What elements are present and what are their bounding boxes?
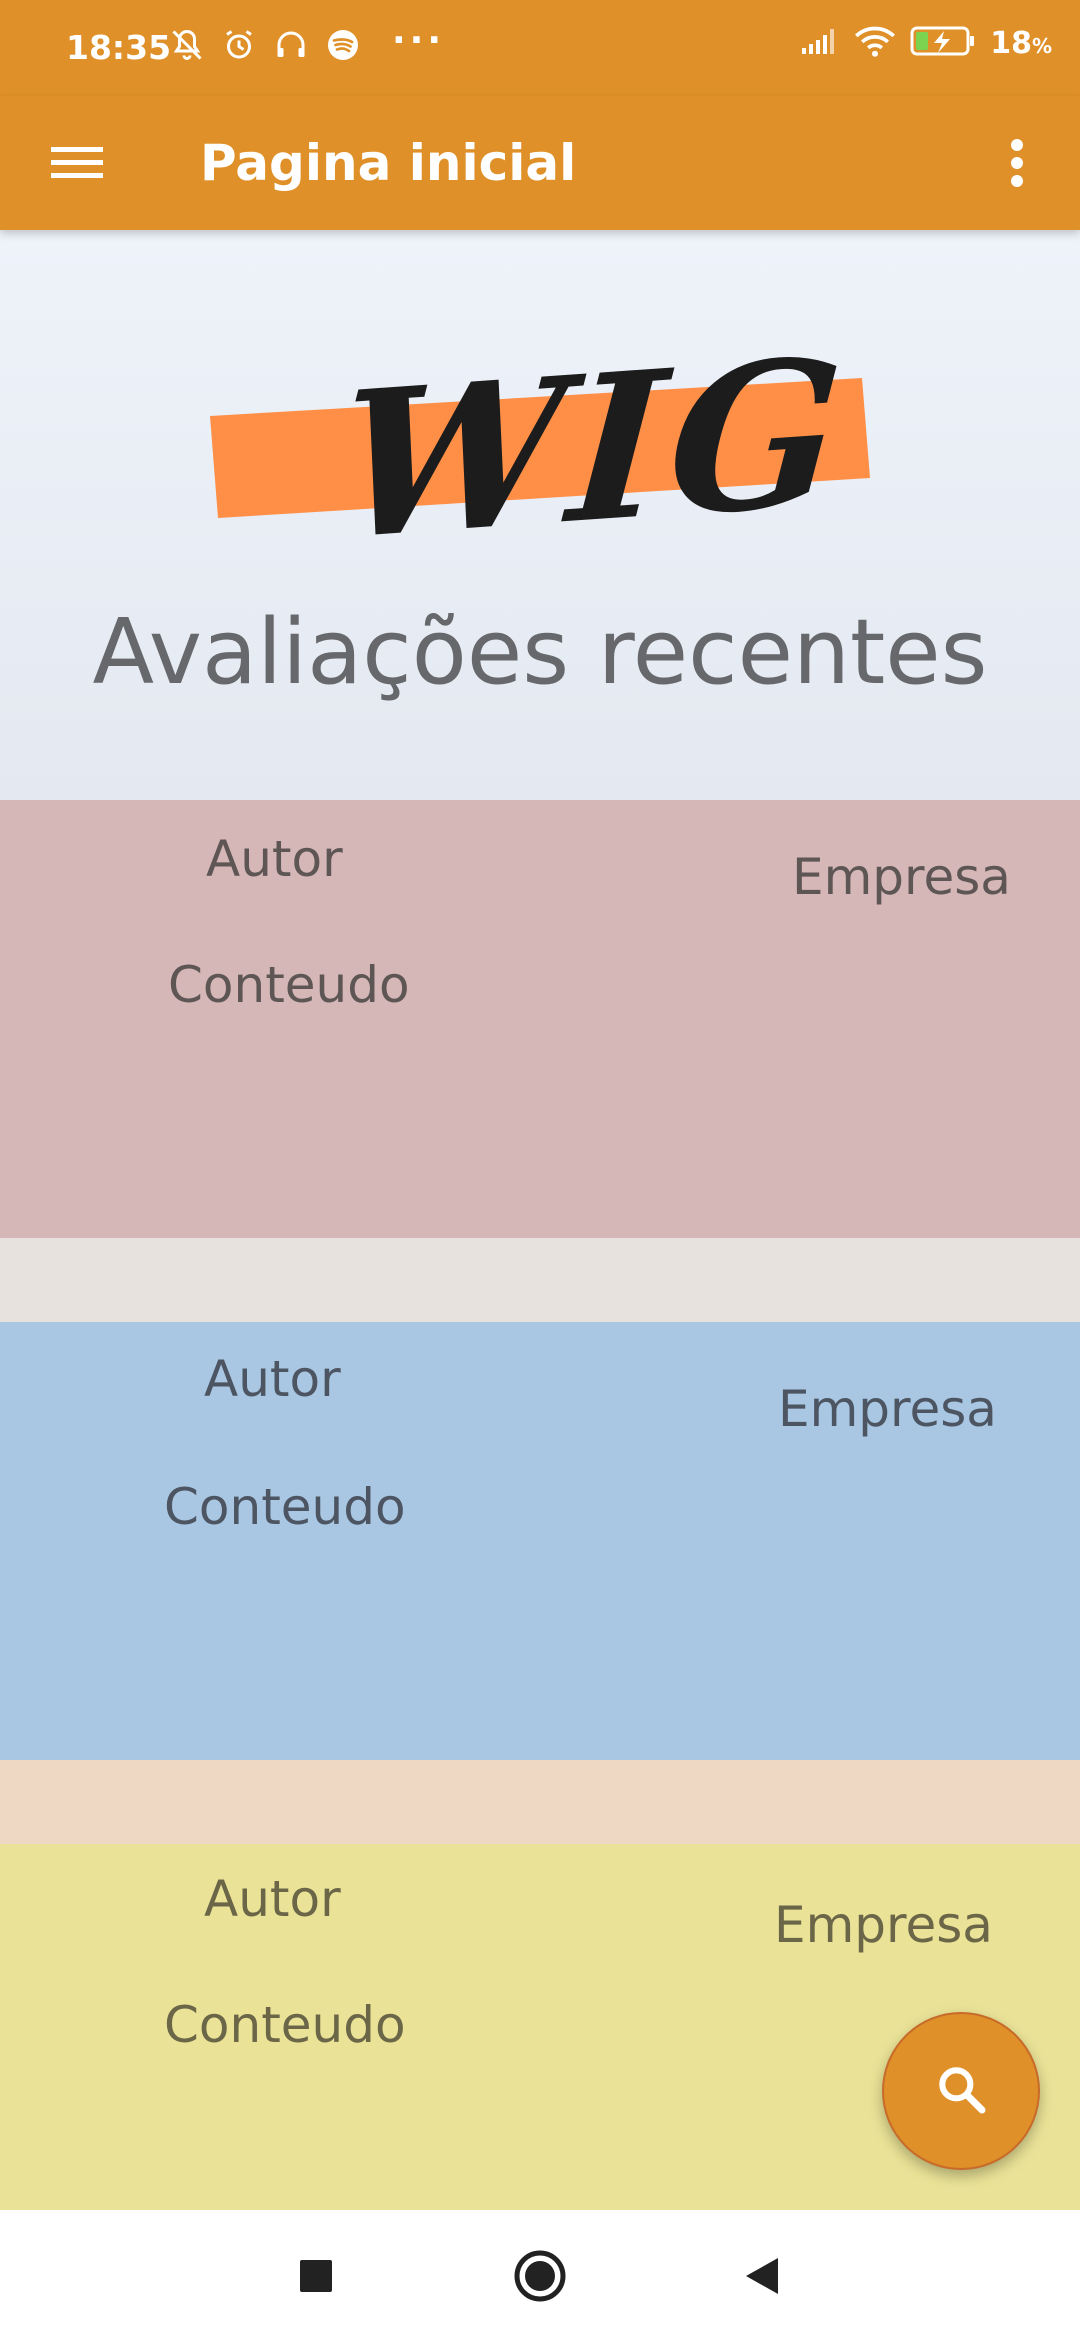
wifi-icon — [854, 24, 896, 62]
mute-icon — [168, 26, 206, 64]
battery-percent-unit: % — [1031, 33, 1052, 58]
review-card[interactable]: Autor Conteudo Empresa — [0, 1322, 1080, 1760]
recent-apps-icon[interactable] — [286, 2246, 346, 2306]
app-bar: Pagina inicial — [0, 96, 1080, 230]
battery-percent: 18% — [990, 25, 1052, 61]
wig-logo: WIG — [200, 313, 880, 586]
review-author: Autor — [204, 1870, 341, 1928]
review-company: Empresa — [792, 848, 1011, 906]
status-bar: 18:35 ··· 18% — [0, 0, 1080, 96]
review-company: Empresa — [774, 1896, 993, 1954]
review-card[interactable]: Autor Conteudo Empresa — [0, 800, 1080, 1238]
review-author: Autor — [206, 830, 343, 888]
logo-text: WIG — [332, 313, 855, 586]
status-more-indicator: ··· — [392, 20, 446, 61]
status-time: 18:35 — [66, 28, 172, 67]
more-vert-icon[interactable] — [980, 126, 1054, 200]
alarm-icon — [220, 26, 258, 64]
system-navigation-bar — [0, 2210, 1080, 2340]
home-icon[interactable] — [510, 2246, 570, 2306]
status-icons-left — [168, 26, 362, 64]
hamburger-menu-icon[interactable] — [40, 126, 114, 200]
search-fab-button[interactable] — [882, 2012, 1040, 2170]
search-icon — [933, 2061, 989, 2121]
signal-icon — [800, 26, 840, 60]
hero-header: WIG Avaliações recentes — [0, 230, 1080, 800]
review-content: Conteudo — [168, 956, 410, 1014]
card-separator — [0, 1760, 1080, 1844]
battery-charging-icon — [910, 25, 976, 61]
card-separator — [0, 1238, 1080, 1322]
app-title: Pagina inicial — [200, 134, 577, 192]
review-content: Conteudo — [164, 1478, 406, 1536]
headphones-icon — [272, 26, 310, 64]
spotify-icon — [324, 26, 362, 64]
review-company: Empresa — [778, 1380, 997, 1438]
review-content: Conteudo — [164, 1996, 406, 2054]
page-title: Avaliações recentes — [92, 600, 988, 705]
review-author: Autor — [204, 1350, 341, 1408]
back-icon[interactable] — [732, 2246, 792, 2306]
status-icons-right: 18% — [800, 24, 1052, 62]
